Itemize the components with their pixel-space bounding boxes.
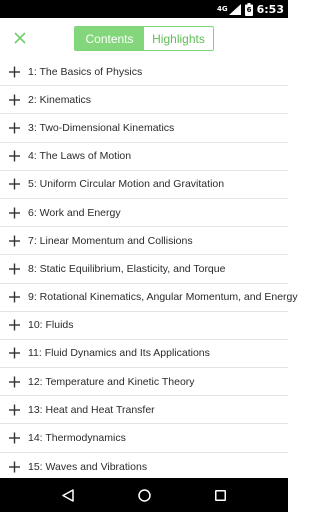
- expand-plus-icon[interactable]: [9, 347, 20, 359]
- chapter-row[interactable]: 15: Waves and Vibrations: [0, 453, 288, 481]
- home-circle-icon: [137, 488, 151, 502]
- chapter-label: 8: Static Equilibrium, Elasticity, and T…: [28, 262, 226, 275]
- chapter-label: 14: Thermodynamics: [28, 432, 126, 445]
- back-button[interactable]: [56, 483, 80, 507]
- back-triangle-icon: [62, 488, 74, 502]
- chapter-label: 9: Rotational Kinematics, Angular Moment…: [28, 291, 298, 304]
- expand-plus-icon[interactable]: [9, 291, 20, 303]
- recents-square-icon: [214, 489, 226, 501]
- chapter-label: 3: Two-Dimensional Kinematics: [28, 121, 175, 134]
- chapter-row[interactable]: 7: Linear Momentum and Collisions: [0, 227, 288, 256]
- expand-plus-icon[interactable]: [9, 461, 20, 473]
- chapter-row[interactable]: 2: Kinematics: [0, 86, 288, 115]
- chapter-label: 5: Uniform Circular Motion and Gravitati…: [28, 178, 225, 191]
- chapter-row[interactable]: 14: Thermodynamics: [0, 424, 288, 453]
- chapter-list: 1: The Basics of Physics 2: Kinematics 3…: [0, 58, 298, 481]
- chapter-label: 1: The Basics of Physics: [28, 65, 143, 78]
- chapter-row[interactable]: 10: Fluids: [0, 312, 288, 340]
- expand-plus-icon[interactable]: [9, 207, 20, 219]
- expand-plus-icon[interactable]: [9, 404, 20, 416]
- navigation-bar: [0, 478, 288, 512]
- chapter-row[interactable]: 6: Work and Energy: [0, 199, 288, 228]
- tab-contents[interactable]: Contents: [75, 27, 144, 50]
- status-time: 6:53: [256, 2, 284, 16]
- expand-plus-icon[interactable]: [9, 178, 20, 190]
- expand-plus-icon[interactable]: [9, 319, 20, 331]
- chapter-row[interactable]: 9: Rotational Kinematics, Angular Moment…: [0, 284, 298, 312]
- chapter-label: 15: Waves and Vibrations: [28, 460, 148, 473]
- battery-level: 6: [246, 6, 252, 14]
- home-button[interactable]: [132, 483, 156, 507]
- expand-plus-icon[interactable]: [9, 376, 20, 388]
- chapter-label: 7: Linear Momentum and Collisions: [28, 234, 193, 247]
- chapter-label: 13: Heat and Heat Transfer: [28, 403, 155, 416]
- chapter-row[interactable]: 4: The Laws of Motion: [0, 143, 288, 171]
- expand-plus-icon[interactable]: [9, 150, 20, 162]
- chapter-row[interactable]: 11: Fluid Dynamics and Its Applications: [0, 340, 288, 369]
- network-type-label: 4G: [217, 5, 228, 13]
- chapter-label: 10: Fluids: [28, 319, 74, 332]
- chapter-label: 4: The Laws of Motion: [28, 150, 132, 163]
- expand-plus-icon[interactable]: [9, 235, 20, 247]
- status-bar: 4G 6 6:53: [0, 0, 288, 18]
- tab-highlights[interactable]: Highlights: [144, 27, 213, 50]
- signal-icon: [228, 3, 241, 15]
- battery-icon: 6: [244, 2, 253, 16]
- segmented-control: Contents Highlights: [74, 26, 214, 51]
- close-icon: [14, 32, 26, 44]
- chapter-label: 6: Work and Energy: [28, 206, 121, 219]
- chapter-label: 11: Fluid Dynamics and Its Applications: [28, 347, 210, 360]
- toolbar: Contents Highlights: [0, 18, 288, 58]
- expand-plus-icon[interactable]: [9, 66, 20, 78]
- network-icon: 4G: [217, 3, 241, 15]
- chapter-row[interactable]: 13: Heat and Heat Transfer: [0, 396, 288, 425]
- close-button[interactable]: [8, 26, 32, 50]
- chapter-row[interactable]: 12: Temperature and Kinetic Theory: [0, 368, 288, 397]
- expand-plus-icon[interactable]: [9, 432, 20, 444]
- recents-button[interactable]: [208, 483, 232, 507]
- chapter-row[interactable]: 8: Static Equilibrium, Elasticity, and T…: [0, 255, 288, 284]
- chapter-row[interactable]: 3: Two-Dimensional Kinematics: [0, 114, 288, 143]
- chapter-row[interactable]: 1: The Basics of Physics: [0, 58, 288, 87]
- expand-plus-icon[interactable]: [9, 263, 20, 275]
- chapter-label: 2: Kinematics: [28, 93, 92, 106]
- expand-plus-icon[interactable]: [9, 122, 20, 134]
- chapter-row[interactable]: 5: Uniform Circular Motion and Gravitati…: [0, 171, 288, 199]
- chapter-label: 12: Temperature and Kinetic Theory: [28, 375, 195, 388]
- expand-plus-icon[interactable]: [9, 94, 20, 106]
